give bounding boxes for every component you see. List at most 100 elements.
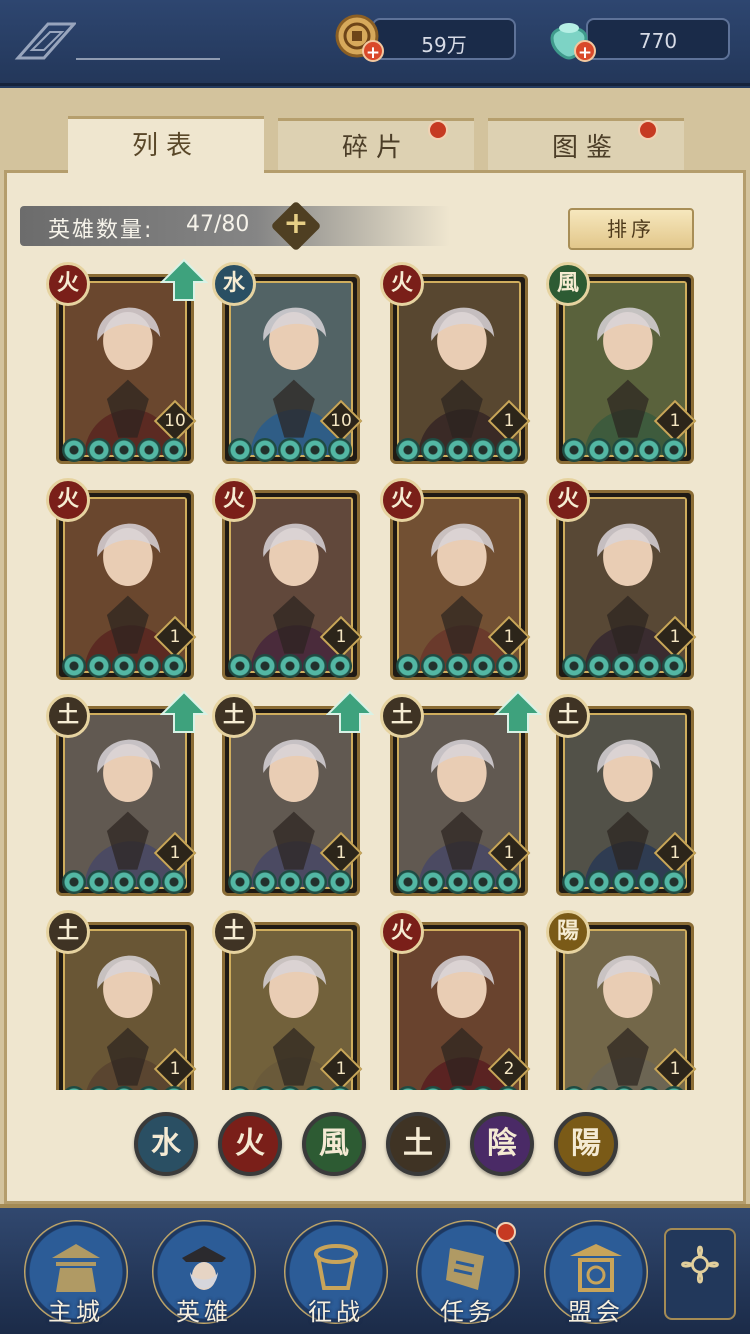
hero-card[interactable]: 水 10: [212, 262, 363, 466]
element-filter-button[interactable]: 土: [386, 1112, 450, 1176]
hero-level: 1: [169, 627, 181, 647]
nav-label: 征战: [308, 1298, 364, 1326]
nav-label: 主城: [48, 1298, 104, 1326]
star-icon: [162, 870, 186, 894]
element-badge: 陽: [546, 910, 590, 954]
star-icon: [137, 654, 161, 678]
more-menu-button[interactable]: [664, 1228, 736, 1320]
hero-card[interactable]: 火1: [380, 478, 531, 682]
star-icon: [87, 654, 111, 678]
star-icon: [278, 438, 302, 462]
hero-card[interactable]: 火2: [380, 910, 531, 1090]
star-icon: [396, 870, 420, 894]
star-icon: [612, 870, 636, 894]
star-rating: [228, 870, 352, 894]
star-icon: [162, 654, 186, 678]
star-icon: [471, 1086, 495, 1090]
star-icon: [87, 870, 111, 894]
star-icon: [446, 654, 470, 678]
element-filter-button[interactable]: 風: [302, 1112, 366, 1176]
element-filter-button[interactable]: 火: [218, 1112, 282, 1176]
element-badge: 土: [46, 910, 90, 954]
element-badge: 土: [212, 910, 256, 954]
star-icon: [587, 654, 611, 678]
hero-level: 1: [669, 1059, 681, 1079]
hero-card[interactable]: 火1: [380, 262, 531, 466]
element-badge: 風: [546, 262, 590, 306]
star-icon: [162, 438, 186, 462]
star-rating: [62, 654, 186, 678]
hero-level: 1: [669, 627, 681, 647]
star-icon: [87, 1086, 111, 1090]
star-icon: [496, 438, 520, 462]
star-icon: [253, 654, 277, 678]
element-badge: 土: [46, 694, 90, 738]
star-icon: [421, 654, 445, 678]
star-icon: [612, 1086, 636, 1090]
hero-card[interactable]: 土1: [546, 694, 697, 898]
hero-card[interactable]: 土1: [212, 910, 363, 1090]
star-icon: [253, 1086, 277, 1090]
star-icon: [587, 870, 611, 894]
star-icon: [612, 654, 636, 678]
upgrade-arrow-icon: [160, 690, 208, 733]
hero-card[interactable]: 土1: [380, 690, 542, 898]
hero-card[interactable]: 土1: [212, 690, 374, 898]
hero-level: 1: [335, 1059, 347, 1079]
upgrade-arrow-icon: [326, 690, 374, 733]
notification-dot: [496, 1222, 516, 1242]
star-rating: [228, 1086, 352, 1090]
star-icon: [562, 870, 586, 894]
hero-card[interactable]: 土1: [46, 910, 197, 1090]
star-icon: [278, 654, 302, 678]
star-icon: [328, 870, 352, 894]
star-icon: [228, 654, 252, 678]
element-badge: 火: [46, 262, 90, 306]
star-icon: [637, 654, 661, 678]
hero-card[interactable]: 風1: [546, 262, 697, 466]
star-icon: [87, 438, 111, 462]
star-icon: [637, 870, 661, 894]
star-icon: [496, 870, 520, 894]
hero-card[interactable]: 火1: [212, 478, 363, 682]
hero-level: 1: [335, 843, 347, 863]
star-rating: [562, 654, 686, 678]
hero-card[interactable]: 火1: [546, 478, 697, 682]
element-filter-button[interactable]: 陽: [554, 1112, 618, 1176]
star-icon: [471, 870, 495, 894]
star-icon: [396, 654, 420, 678]
hero-level: 10: [330, 411, 352, 431]
element-badge: 火: [546, 478, 590, 522]
star-icon: [562, 438, 586, 462]
star-icon: [446, 1086, 470, 1090]
hero-card[interactable]: 陽1: [546, 910, 697, 1090]
star-icon: [112, 438, 136, 462]
star-icon: [637, 1086, 661, 1090]
element-filter-button[interactable]: 水: [134, 1112, 198, 1176]
star-icon: [446, 438, 470, 462]
star-icon: [303, 438, 327, 462]
hero-icon: [182, 1246, 226, 1290]
scroll-icon: [446, 1248, 484, 1290]
star-rating: [228, 438, 352, 462]
star-icon: [112, 1086, 136, 1090]
star-icon: [253, 870, 277, 894]
hero-level: 1: [669, 411, 681, 431]
star-icon: [303, 654, 327, 678]
star-icon: [112, 870, 136, 894]
star-icon: [303, 870, 327, 894]
drum-icon: [314, 1244, 358, 1290]
hero-level: 1: [503, 411, 515, 431]
hero-card[interactable]: 土1: [46, 690, 208, 898]
star-rating: [396, 438, 520, 462]
element-filter-button[interactable]: 陰: [470, 1112, 534, 1176]
star-icon: [612, 438, 636, 462]
element-badge: 火: [380, 910, 424, 954]
star-icon: [328, 1086, 352, 1090]
star-icon: [471, 438, 495, 462]
hero-card[interactable]: 火1: [46, 478, 197, 682]
star-icon: [328, 654, 352, 678]
element-badge: 火: [380, 262, 424, 306]
hero-card[interactable]: 火 10: [46, 258, 208, 466]
star-icon: [421, 870, 445, 894]
